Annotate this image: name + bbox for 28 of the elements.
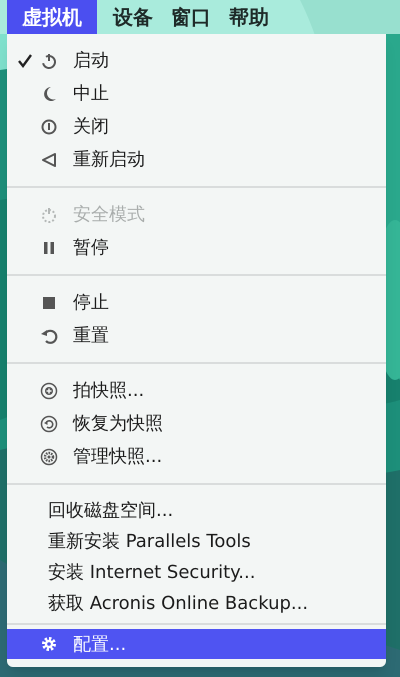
menu-bar-item[interactable]: 虚拟机 <box>7 0 97 34</box>
gear-icon <box>40 635 58 653</box>
menu-item[interactable]: 重置 <box>7 319 386 352</box>
menu-item[interactable]: 配置... <box>7 629 386 659</box>
menu-item[interactable]: 拍快照... <box>7 374 386 407</box>
menu-item[interactable]: 安装 Internet Security... <box>7 557 386 588</box>
power-icon <box>40 206 58 224</box>
menu-item[interactable]: 管理快照... <box>7 440 386 473</box>
menu-item[interactable]: 暂停 <box>7 231 386 264</box>
menu-item[interactable]: 重新安装 Parallels Tools <box>7 526 386 557</box>
menu-item[interactable]: 关闭 <box>7 110 386 143</box>
menu-item[interactable]: 停止 <box>7 286 386 319</box>
undo-icon <box>40 326 58 344</box>
menu-bar-item[interactable]: 窗口 <box>169 0 213 34</box>
menu-bar-item[interactable]: 帮助 <box>227 0 271 34</box>
circle-plus-icon <box>40 382 58 400</box>
menu-item[interactable]: 回收磁盘空间... <box>7 495 386 526</box>
menu-item[interactable]: 重新启动 <box>7 143 386 176</box>
menu-item[interactable]: 获取 Acronis Online Backup... <box>7 588 386 619</box>
menu-bar-item[interactable]: 设备 <box>111 0 155 34</box>
circle-undo-icon <box>40 414 58 432</box>
menu-item[interactable]: 中止 <box>7 77 386 110</box>
menu-item[interactable]: 恢复为快照 <box>7 407 386 440</box>
power-icon <box>40 52 58 70</box>
menu-item[interactable]: 启动 <box>7 44 386 77</box>
circle-gear-icon <box>40 448 58 466</box>
power-off-icon <box>40 118 58 136</box>
triangle-left-icon <box>40 150 58 168</box>
